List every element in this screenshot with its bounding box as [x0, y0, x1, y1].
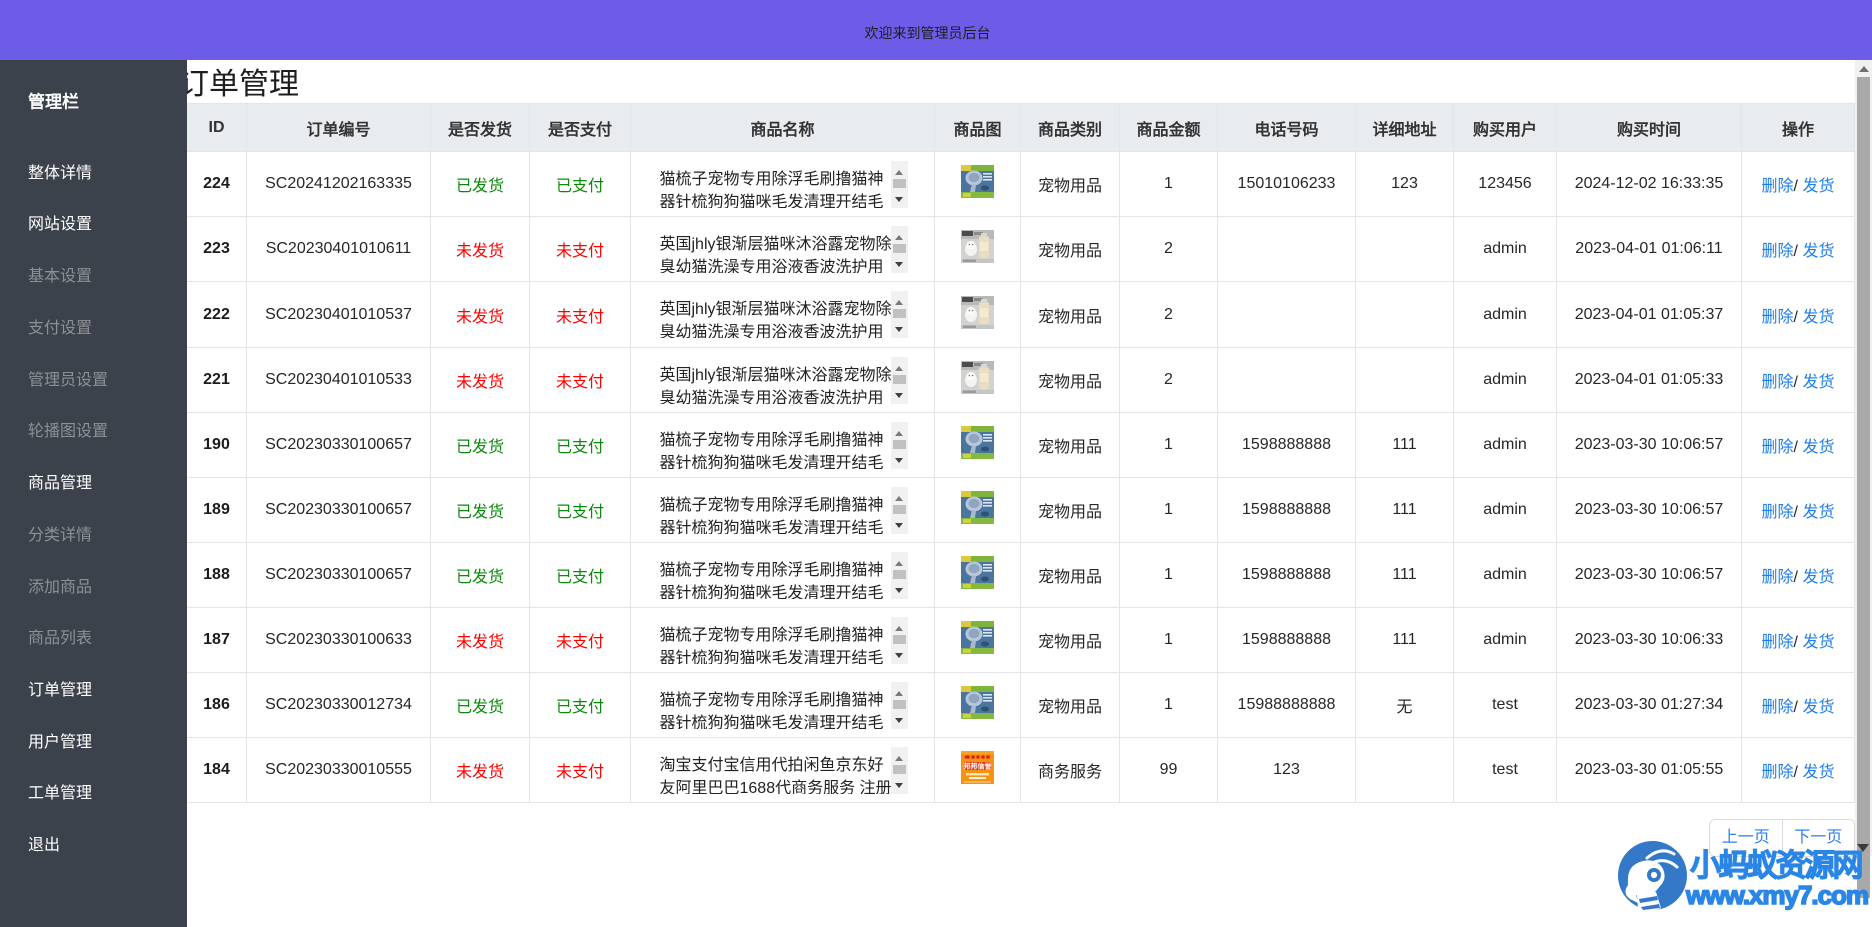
svg-text:邦邦信誉: 邦邦信誉 [964, 762, 993, 771]
